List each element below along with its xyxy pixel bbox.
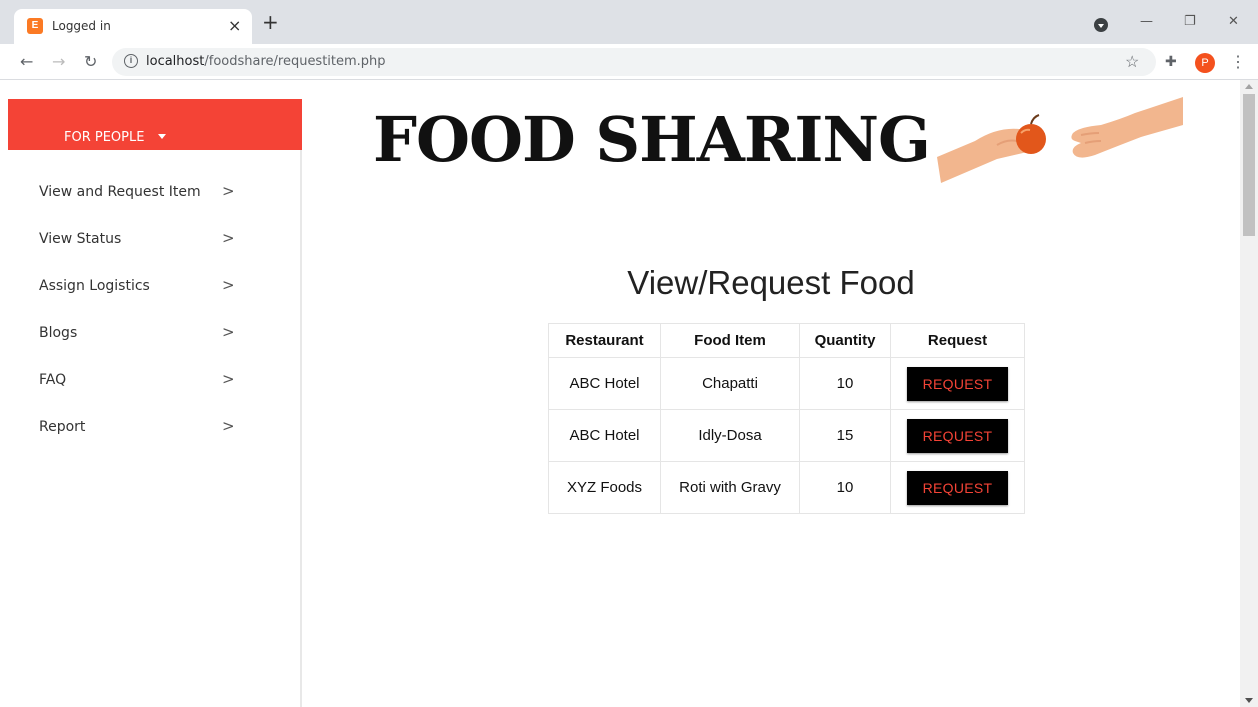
table-header-row: Restaurant Food Item Quantity Request: [548, 323, 1025, 358]
tab-close-icon[interactable]: ×: [228, 16, 241, 35]
brand-title: FOOD SHARING: [373, 103, 931, 176]
tab-title: Logged in: [52, 19, 111, 33]
sidebar-item-label: Blogs: [39, 325, 78, 341]
back-icon[interactable]: ←: [20, 52, 33, 71]
sidebar-header-label: FOR PEOPLE: [64, 130, 145, 145]
cell-restaurant: ABC Hotel: [548, 409, 661, 462]
sidebar-menu: View and Request Item > View Status > As…: [8, 170, 302, 452]
sidebar-item-label: FAQ: [39, 372, 67, 388]
sidebar-item-faq[interactable]: FAQ >: [8, 358, 302, 405]
cell-restaurant: XYZ Foods: [548, 461, 661, 514]
new-tab-icon[interactable]: +: [262, 12, 279, 32]
chevron-right-icon: >: [222, 182, 235, 200]
scroll-up-icon[interactable]: [1245, 84, 1253, 89]
cell-food-item: Roti with Gravy: [660, 461, 800, 514]
sidebar-item-report[interactable]: Report >: [8, 405, 302, 452]
info-icon[interactable]: i: [124, 54, 138, 68]
request-button[interactable]: REQUEST: [907, 418, 1008, 453]
chevron-right-icon: >: [222, 276, 235, 294]
restore-icon[interactable]: ❐: [1184, 14, 1196, 29]
browser-tab-bar: E Logged in × + — ❐ ✕: [0, 0, 1258, 44]
sidebar-header[interactable]: FOR PEOPLE: [8, 99, 302, 150]
url-text[interactable]: localhost/foodshare/requestitem.php: [146, 54, 386, 69]
url-omnibox[interactable]: i localhost/foodshare/requestitem.php: [112, 48, 1156, 76]
cell-quantity: 15: [799, 409, 891, 462]
chevron-right-icon: >: [222, 417, 235, 435]
sidebar-item-blogs[interactable]: Blogs >: [8, 311, 302, 358]
extensions-icon[interactable]: ✚: [1165, 53, 1177, 70]
reload-icon[interactable]: ↻: [84, 52, 97, 71]
table-row: ABC Hotel Idly-Dosa 15 REQUEST: [548, 409, 1025, 462]
chrome-profile-icon[interactable]: [1094, 18, 1108, 32]
browser-tab[interactable]: E Logged in ×: [14, 9, 252, 44]
table-row: ABC Hotel Chapatti 10 REQUEST: [548, 357, 1025, 410]
menu-icon[interactable]: ⋮: [1230, 52, 1246, 72]
sidebar-item-view-status[interactable]: View Status >: [8, 217, 302, 264]
sidebar: FOR PEOPLE View and Request Item > View …: [8, 99, 302, 707]
cell-restaurant: ABC Hotel: [548, 357, 661, 410]
food-table: Restaurant Food Item Quantity Request AB…: [548, 323, 1025, 514]
url-path: /foodshare/requestitem.php: [204, 54, 386, 69]
star-icon[interactable]: ☆: [1125, 52, 1139, 72]
cell-request: REQUEST: [890, 409, 1025, 462]
xampp-favicon-icon: E: [27, 18, 43, 34]
sidebar-item-label: View and Request Item: [39, 184, 201, 200]
cell-food-item: Idly-Dosa: [660, 409, 800, 462]
cell-request: REQUEST: [890, 357, 1025, 410]
column-header-quantity: Quantity: [799, 323, 891, 358]
vertical-scrollbar[interactable]: [1240, 80, 1258, 707]
column-header-food-item: Food Item: [660, 323, 800, 358]
chevron-right-icon: >: [222, 370, 235, 388]
caret-down-icon: [158, 134, 166, 139]
cell-quantity: 10: [799, 461, 891, 514]
column-header-request: Request: [890, 323, 1025, 358]
chevron-right-icon: >: [222, 323, 235, 341]
avatar[interactable]: P: [1195, 53, 1215, 73]
sidebar-item-assign-logistics[interactable]: Assign Logistics >: [8, 264, 302, 311]
scroll-thumb[interactable]: [1243, 94, 1255, 236]
browser-address-bar: ← → ↻ i localhost/foodshare/requestitem.…: [0, 44, 1258, 80]
chevron-right-icon: >: [222, 229, 235, 247]
column-header-restaurant: Restaurant: [548, 323, 661, 358]
cell-quantity: 10: [799, 357, 891, 410]
scroll-down-icon[interactable]: [1245, 698, 1253, 703]
cell-food-item: Chapatti: [660, 357, 800, 410]
minimize-icon[interactable]: —: [1140, 14, 1153, 29]
sharing-hands-icon: [937, 97, 1183, 183]
section-title: View/Request Food: [627, 264, 915, 301]
sidebar-item-label: View Status: [39, 231, 122, 247]
request-button[interactable]: REQUEST: [907, 366, 1008, 401]
request-button[interactable]: REQUEST: [907, 470, 1008, 505]
sidebar-item-view-and-request-item[interactable]: View and Request Item >: [8, 170, 302, 217]
url-host: localhost: [146, 54, 205, 69]
sidebar-item-label: Assign Logistics: [39, 278, 150, 294]
forward-icon[interactable]: →: [52, 52, 65, 71]
sidebar-item-label: Report: [39, 419, 86, 435]
cell-request: REQUEST: [890, 461, 1025, 514]
table-row: XYZ Foods Roti with Gravy 10 REQUEST: [548, 461, 1025, 514]
close-window-icon[interactable]: ✕: [1228, 14, 1239, 29]
